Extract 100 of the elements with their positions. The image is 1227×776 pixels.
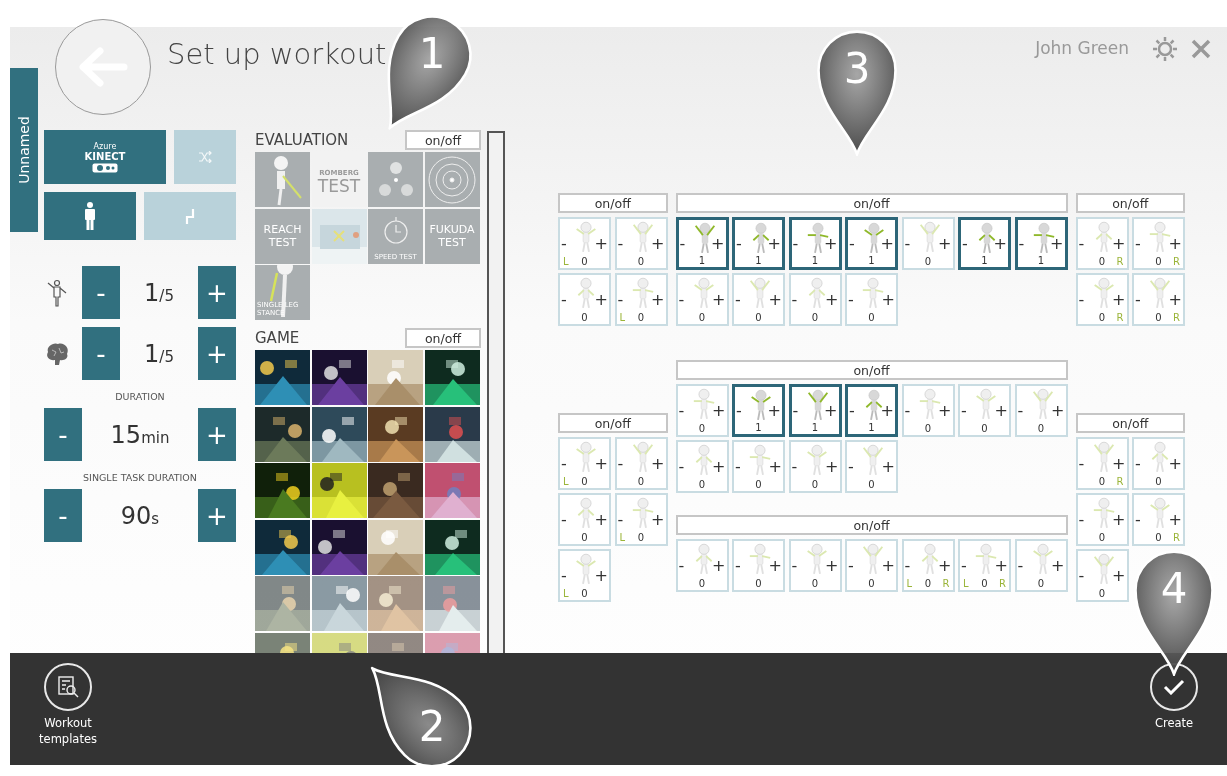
increase-button[interactable]: + — [198, 408, 236, 461]
exercise-tile[interactable]: - + 0 — [958, 384, 1011, 437]
exercise-tile[interactable]: - + 0 — [788, 539, 842, 592]
exercise-tile[interactable]: L - + 0 — [614, 493, 668, 546]
exercise-tile[interactable]: - + 0 — [614, 437, 668, 490]
decrease-button[interactable]: - — [561, 235, 567, 252]
increase-button[interactable]: + — [880, 235, 894, 252]
decrease-button[interactable]: - — [961, 557, 967, 574]
decrease-button[interactable]: - — [792, 402, 799, 419]
decrease-button[interactable]: - — [791, 458, 798, 475]
exercise-tile[interactable]: - + 0 — [732, 273, 785, 326]
increase-button[interactable]: + — [711, 235, 725, 252]
exercise-tile[interactable]: - + 1 — [675, 217, 729, 270]
decrease-button[interactable]: - — [1135, 235, 1141, 252]
toggle-button[interactable]: on/off — [675, 360, 1068, 380]
decrease-button[interactable]: - — [1078, 235, 1085, 252]
increase-button[interactable]: + — [993, 235, 1007, 252]
exercise-tile[interactable]: - + 0 — [788, 440, 842, 493]
increase-button[interactable]: + — [651, 511, 665, 528]
exercise-tile[interactable]: - + 1 — [732, 384, 785, 437]
decrease-button[interactable]: - — [82, 266, 120, 319]
increase-button[interactable]: + — [1168, 511, 1182, 528]
decrease-button[interactable]: - — [791, 291, 798, 308]
decrease-button[interactable]: - — [678, 458, 685, 475]
exercise-tile[interactable]: - + 0 — [1014, 539, 1068, 592]
increase-button[interactable]: + — [1050, 235, 1064, 252]
exercise-tile[interactable]: - + 0 — [1132, 437, 1185, 490]
increase-button[interactable]: + — [938, 235, 952, 252]
increase-button[interactable]: + — [198, 489, 236, 542]
increase-button[interactable]: + — [594, 235, 608, 252]
toggle-button[interactable]: on/off — [675, 515, 1068, 535]
decrease-button[interactable]: - — [617, 235, 624, 252]
decrease-button[interactable]: - — [792, 235, 799, 252]
decrease-button[interactable]: - — [848, 458, 854, 475]
decrease-button[interactable]: - — [561, 455, 567, 472]
increase-button[interactable]: + — [824, 402, 838, 419]
decrease-button[interactable]: - — [44, 489, 82, 542]
evaluation-tile[interactable] — [368, 152, 423, 207]
decrease-button[interactable]: - — [44, 408, 82, 461]
toggle-button[interactable]: on/off — [405, 328, 481, 348]
decrease-button[interactable]: - — [678, 291, 685, 308]
increase-button[interactable]: + — [938, 402, 952, 419]
decrease-button[interactable]: - — [962, 235, 968, 252]
exercise-tile[interactable]: - + 1 — [958, 217, 1011, 270]
toggle-button[interactable]: on/off — [558, 413, 668, 433]
decrease-button[interactable]: - — [1078, 567, 1085, 584]
decrease-button[interactable]: - — [904, 235, 911, 252]
increase-button[interactable]: + — [994, 402, 1008, 419]
exercise-tile[interactable]: - + 0 — [901, 384, 955, 437]
exercise-tile[interactable]: - + 0 — [1075, 549, 1129, 602]
evaluation-tile[interactable] — [311, 208, 367, 264]
increase-button[interactable]: + — [594, 511, 608, 528]
increase-button[interactable]: + — [768, 291, 782, 308]
decrease-button[interactable]: - — [961, 402, 967, 419]
exercise-tile[interactable]: L - + 0 — [614, 273, 668, 326]
increase-button[interactable]: + — [1112, 567, 1126, 584]
settings-button[interactable] — [1151, 35, 1179, 63]
exercise-tile[interactable]: - + 1 — [732, 217, 785, 270]
exercise-tile[interactable]: - + 0 — [732, 440, 785, 493]
increase-button[interactable]: + — [825, 557, 839, 574]
exercise-tile[interactable]: - + 0 — [558, 493, 611, 546]
exercise-tile[interactable]: - + 1 — [1014, 217, 1068, 270]
toggle-button[interactable]: on/off — [405, 130, 481, 150]
exercise-tile[interactable]: - + 0 — [614, 217, 668, 270]
exercise-tile[interactable]: - + 0 — [901, 217, 955, 270]
decrease-button[interactable]: - — [1018, 235, 1025, 252]
exercise-tile[interactable]: - + 0 — [788, 273, 842, 326]
increase-button[interactable]: + — [1112, 291, 1126, 308]
decrease-button[interactable]: - — [904, 557, 911, 574]
decrease-button[interactable]: - — [1135, 291, 1141, 308]
decrease-button[interactable]: - — [1078, 291, 1085, 308]
toggle-button[interactable]: on/off — [1075, 413, 1185, 433]
profile-tab[interactable]: Unnamed — [10, 68, 38, 232]
increase-button[interactable]: + — [594, 455, 608, 472]
increase-button[interactable]: + — [651, 291, 665, 308]
increase-button[interactable]: + — [938, 557, 952, 574]
templates-button[interactable]: Workout templates — [35, 663, 101, 747]
decrease-button[interactable]: - — [1017, 557, 1024, 574]
increase-button[interactable]: + — [1168, 291, 1182, 308]
exercise-tile[interactable]: L - + 0 — [558, 217, 611, 270]
decrease-button[interactable]: - — [848, 557, 854, 574]
exercise-tile[interactable]: - + 1 — [788, 384, 842, 437]
decrease-button[interactable]: - — [617, 455, 624, 472]
increase-button[interactable]: + — [1168, 235, 1182, 252]
increase-button[interactable]: + — [1112, 235, 1126, 252]
decrease-button[interactable]: - — [848, 291, 854, 308]
exercise-tile[interactable]: - + 0 — [675, 440, 729, 493]
increase-button[interactable]: + — [767, 402, 781, 419]
exercise-tile[interactable]: - + 0 — [1014, 384, 1068, 437]
increase-button[interactable]: + — [881, 557, 895, 574]
decrease-button[interactable]: - — [735, 458, 741, 475]
increase-button[interactable]: + — [825, 291, 839, 308]
exercise-tile[interactable]: - + 0 — [845, 273, 898, 326]
decrease-button[interactable]: - — [82, 327, 120, 380]
decrease-button[interactable]: - — [561, 291, 567, 308]
increase-button[interactable]: + — [1168, 455, 1182, 472]
increase-button[interactable]: + — [1112, 511, 1126, 528]
toggle-button[interactable]: on/off — [558, 193, 668, 213]
exercise-tile[interactable]: - + 0 — [558, 273, 611, 326]
exercise-tile[interactable]: - + 1 — [788, 217, 842, 270]
